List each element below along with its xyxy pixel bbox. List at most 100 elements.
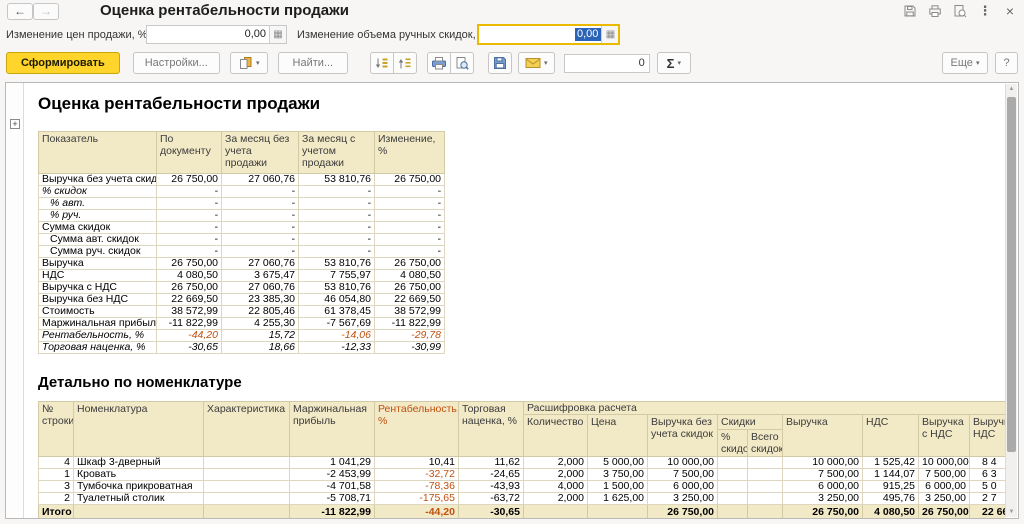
- summary-header-month-with[interactable]: За месяц с учетом продажи: [298, 131, 375, 174]
- cell-value[interactable]: -44,20: [374, 504, 459, 518]
- summary-header-by-document[interactable]: По документу: [156, 131, 222, 174]
- cell-value[interactable]: -: [221, 221, 299, 234]
- counter-input[interactable]: [563, 53, 650, 73]
- cell-value[interactable]: -: [156, 185, 222, 198]
- cell-value[interactable]: Тумбочка прикроватная: [73, 480, 204, 493]
- detail-header-row-num[interactable]: № строки: [38, 401, 74, 457]
- cell-value[interactable]: -: [374, 245, 445, 258]
- cell-value[interactable]: [73, 504, 204, 518]
- cell-value[interactable]: 26 750,00: [647, 504, 718, 518]
- cell-value[interactable]: 6 000,00: [647, 480, 718, 493]
- scrollbar-thumb[interactable]: [1007, 97, 1016, 453]
- cell-value[interactable]: 5 0: [968, 480, 1005, 493]
- cell-value[interactable]: 7 500,00: [647, 468, 718, 481]
- cell-value[interactable]: 27 060,76: [221, 257, 299, 270]
- cell-value[interactable]: -12,33: [298, 341, 375, 354]
- report-variants-button[interactable]: ▾: [229, 52, 268, 74]
- row-label[interactable]: % авт.: [38, 197, 157, 210]
- row-label[interactable]: % скидок: [38, 185, 157, 198]
- titlebar-save-button[interactable]: [902, 3, 918, 19]
- cell-value[interactable]: -: [374, 197, 445, 210]
- cell-value[interactable]: 38 572,99: [156, 305, 222, 318]
- cell-value[interactable]: 61 378,45: [298, 305, 375, 318]
- table-row[interactable]: Выручка 26 750,00 27 060,76 53 810,76 26 750…: [38, 257, 445, 270]
- toolbar-print-button[interactable]: [426, 52, 451, 74]
- cell-value[interactable]: 4 080,50: [156, 269, 222, 282]
- cell-value[interactable]: [203, 456, 290, 469]
- cell-value[interactable]: 4,000: [523, 480, 588, 493]
- table-row[interactable]: Сумма авт. скидок - - - -: [38, 233, 445, 246]
- cell-value[interactable]: 3 250,00: [647, 492, 718, 505]
- table-row[interactable]: Выручка с НДС 26 750,00 27 060,76 53 810,76…: [38, 281, 445, 294]
- cell-value[interactable]: 26 750,00: [374, 257, 445, 270]
- scroll-up-icon[interactable]: ▲: [1006, 86, 1017, 92]
- detail-header-calc-group[interactable]: Расшифровка расчета: [522, 401, 1005, 415]
- cell-value[interactable]: -: [221, 233, 299, 246]
- cell-value[interactable]: -24,65: [458, 468, 524, 481]
- row-label[interactable]: Выручка с НДС: [38, 281, 157, 294]
- more-button[interactable]: Еще ▾: [942, 52, 988, 74]
- detail-header-rev-no-vat[interactable]: Выручка без НДС: [968, 414, 1005, 457]
- cell-value[interactable]: 4 080,50: [862, 504, 919, 518]
- cell-value[interactable]: 23 385,30: [221, 293, 299, 306]
- cell-value[interactable]: -5 708,71: [289, 492, 375, 505]
- cell-value[interactable]: -30,99: [374, 341, 445, 354]
- close-button[interactable]: ×: [1002, 3, 1018, 19]
- cell-value[interactable]: -: [298, 197, 375, 210]
- cell-value[interactable]: [203, 492, 290, 505]
- cell-value[interactable]: 3: [38, 480, 74, 493]
- cell-value[interactable]: 26 750,00: [918, 504, 970, 518]
- cell-value[interactable]: 22 805,46: [221, 305, 299, 318]
- detail-header-disc-total[interactable]: Всего скидок: [747, 429, 783, 457]
- cell-value[interactable]: 26 750,00: [374, 173, 445, 186]
- cell-value[interactable]: 6 000,00: [918, 480, 970, 493]
- discount-change-input[interactable]: 0,00 ▦: [477, 24, 621, 45]
- cell-value[interactable]: [717, 480, 748, 493]
- expand-groups-button[interactable]: [392, 52, 417, 74]
- table-row[interactable]: Стоимость 38 572,99 22 805,46 61 378,45 38 5…: [38, 305, 445, 318]
- cell-value[interactable]: 3 675,47: [221, 269, 299, 282]
- cell-value[interactable]: -7 567,69: [298, 317, 375, 330]
- cell-value[interactable]: -: [298, 245, 375, 258]
- row-label[interactable]: Выручка без НДС: [38, 293, 157, 306]
- cell-value[interactable]: [717, 456, 748, 469]
- cell-value[interactable]: -43,93: [458, 480, 524, 493]
- detail-header-price[interactable]: Цена: [587, 414, 648, 457]
- find-button[interactable]: Найти...: [277, 52, 348, 74]
- cell-value[interactable]: [523, 504, 588, 518]
- cell-value[interactable]: -: [156, 197, 222, 210]
- cell-value[interactable]: -29,78: [374, 329, 445, 342]
- detail-header-disc-pct[interactable]: % скидок: [717, 429, 748, 457]
- more-menu-button[interactable]: ⋮: [977, 3, 993, 19]
- total-row[interactable]: Итого -11 822,99 -44,20 -30,65 26 750,00 26 7…: [38, 504, 1005, 518]
- row-label[interactable]: Стоимость: [38, 305, 157, 318]
- send-email-button[interactable]: ▾: [517, 52, 555, 74]
- cell-value[interactable]: 22 66: [968, 504, 1005, 518]
- table-row[interactable]: Рентабельность, % -44,20 15,72 -14,06 -29,78: [38, 329, 445, 342]
- cell-value[interactable]: [717, 492, 748, 505]
- table-row[interactable]: 4 Шкаф 3-дверный 1 041,29 10,41 11,62 2,000 5 …: [38, 456, 1005, 469]
- detail-header-characteristic[interactable]: Характеристика: [203, 401, 290, 457]
- cell-value[interactable]: 10 000,00: [918, 456, 970, 469]
- detail-header-margin[interactable]: Маржинальная прибыль: [289, 401, 375, 457]
- cell-value[interactable]: 4 255,30: [221, 317, 299, 330]
- cell-value[interactable]: [747, 480, 783, 493]
- cell-value[interactable]: 53 810,76: [298, 281, 375, 294]
- cell-value[interactable]: 1 500,00: [587, 480, 648, 493]
- table-row[interactable]: Выручка без учета скидок 26 750,00 27 060,…: [38, 173, 445, 186]
- cell-value[interactable]: 1 041,29: [289, 456, 375, 469]
- cell-value[interactable]: 915,25: [862, 480, 919, 493]
- price-change-input[interactable]: 0,00 ▦: [146, 25, 287, 44]
- row-label[interactable]: Торговая наценка, %: [38, 341, 157, 354]
- row-label[interactable]: НДС: [38, 269, 157, 282]
- row-label[interactable]: % руч.: [38, 209, 157, 222]
- cell-value[interactable]: -: [298, 233, 375, 246]
- row-label[interactable]: Выручка без учета скидок: [38, 173, 157, 186]
- cell-value[interactable]: 7 755,97: [298, 269, 375, 282]
- cell-value[interactable]: -175,65: [374, 492, 459, 505]
- cell-value[interactable]: -: [298, 209, 375, 222]
- cell-value[interactable]: 11,62: [458, 456, 524, 469]
- collapse-groups-button[interactable]: [369, 52, 394, 74]
- cell-value[interactable]: -: [156, 209, 222, 222]
- cell-value[interactable]: 10,41: [374, 456, 459, 469]
